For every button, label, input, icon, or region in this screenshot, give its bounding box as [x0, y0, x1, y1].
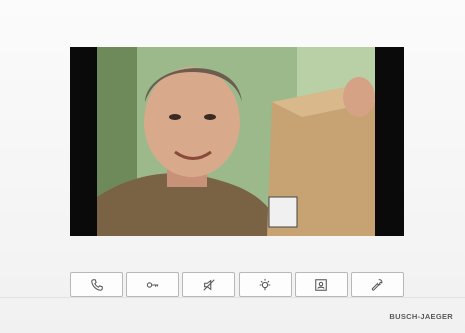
contact-list-button[interactable] — [294, 272, 348, 297]
display-screen — [70, 47, 404, 236]
settings-button[interactable] — [350, 272, 404, 297]
intercom-device: BUSCH-JAEGER — [0, 0, 465, 333]
light-button[interactable] — [238, 272, 292, 297]
mute-button[interactable] — [182, 272, 236, 297]
contact-card-icon — [315, 278, 328, 291]
control-button-row — [70, 272, 404, 297]
call-button[interactable] — [70, 272, 123, 297]
bottom-divider — [0, 297, 465, 298]
wrench-icon — [372, 278, 383, 291]
visitor-image — [97, 47, 375, 236]
video-feed — [97, 47, 375, 236]
mute-icon — [203, 278, 215, 291]
key-icon — [146, 281, 158, 288]
door-open-button[interactable] — [126, 272, 180, 297]
light-icon — [259, 278, 271, 290]
phone-icon — [90, 278, 103, 291]
brand-logo: BUSCH-JAEGER — [389, 312, 453, 321]
